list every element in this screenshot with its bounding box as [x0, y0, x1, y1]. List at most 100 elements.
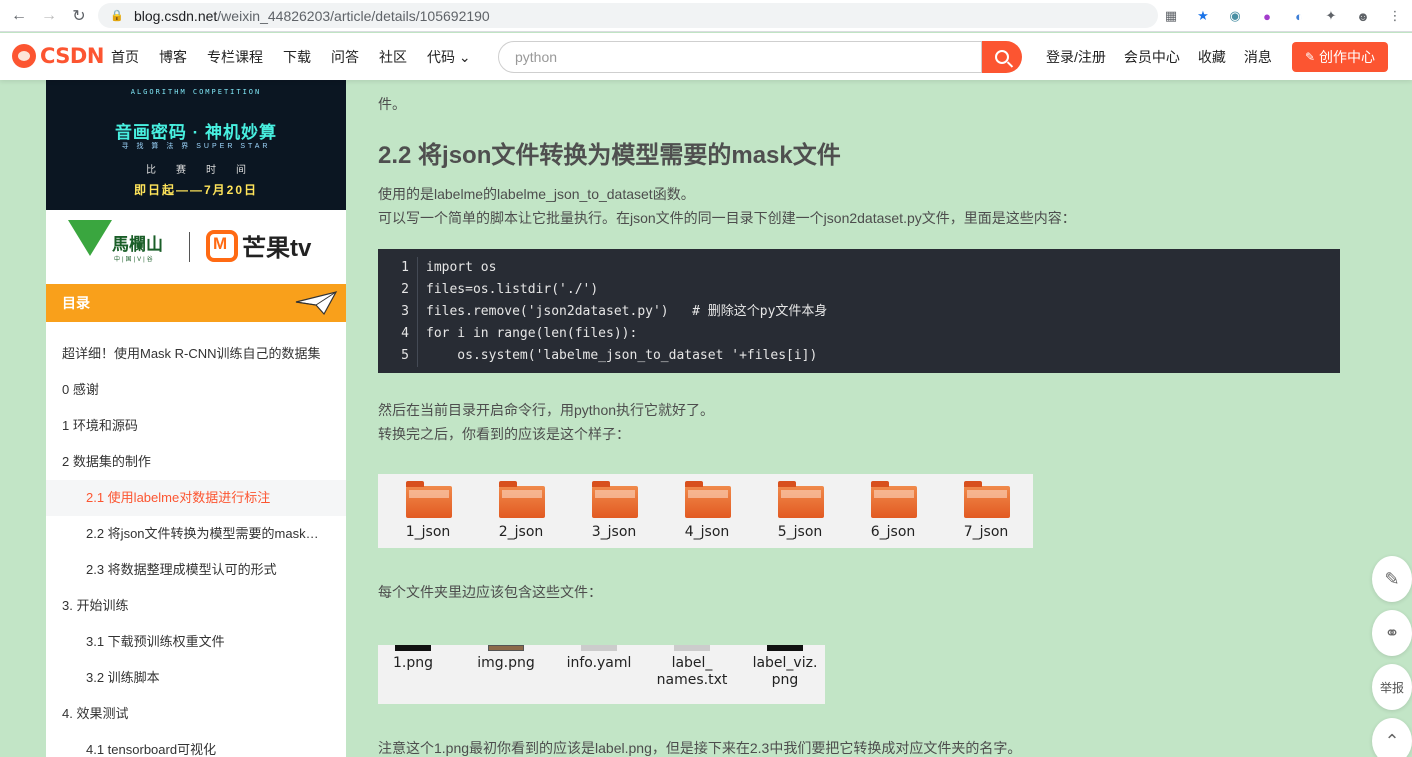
toc-item[interactable]: 4.1 tensorboard可视化 — [46, 732, 346, 757]
section-heading: 2.2 将json文件转换为模型需要的mask文件 — [378, 142, 841, 169]
code-text: os.system('labelme_json_to_dataset '+fil… — [426, 348, 818, 363]
nav-courses[interactable]: 专栏课程 — [207, 47, 263, 67]
puzzle-icon[interactable]: ✦ — [1320, 5, 1342, 27]
file-label: info.yaml — [566, 655, 632, 671]
toc-item[interactable]: 2.1 使用labelme对数据进行标注 — [46, 480, 346, 516]
folder-icon — [871, 481, 917, 518]
sponsor-b-name: 芒果tv — [242, 235, 312, 262]
reload-icon[interactable]: ↻ — [68, 5, 90, 27]
code-text: files=os.listdir('./') — [426, 282, 599, 297]
sponsor-a-sub: 中|国|V|谷 — [114, 257, 155, 263]
create-center-label: 创作中心 — [1319, 49, 1376, 65]
code-block[interactable]: 1 import os 2 files=os.listdir('./') 3 files.… — [378, 249, 1340, 373]
line-number: 3 — [378, 301, 418, 323]
folder-label: 7_json — [963, 524, 1009, 540]
sponsor-logos[interactable]: 馬欄山 中|国|V|谷 芒果tv — [46, 210, 346, 284]
nav-blog[interactable]: 博客 — [159, 47, 187, 67]
toc-item[interactable]: 3.1 下载预训练权重文件 — [46, 624, 346, 660]
login-link[interactable]: 登录/注册 — [1046, 47, 1106, 67]
edit-note-icon[interactable]: ✎ — [1372, 556, 1412, 602]
profile-avatar-icon[interactable]: ☻ — [1352, 5, 1374, 27]
folder-icon — [406, 481, 452, 518]
toc-item[interactable]: 超详细！使用Mask R-CNN训练自己的数据集 — [46, 336, 346, 372]
extension-shield-icon[interactable]: ◐ — [1288, 5, 1310, 27]
folder-label: 3_json — [591, 524, 637, 540]
line-number: 5 — [378, 345, 418, 367]
toc-item[interactable]: 2.3 将数据整理成模型认可的形式 — [46, 552, 346, 588]
ad-date: 即日起——7月20日 — [133, 183, 259, 197]
ad-banner[interactable]: ALGORITHM COMPETITION 音画密码 · 神机妙算 寻 找 算 … — [46, 80, 346, 210]
top-fragment: 件。 — [378, 96, 406, 112]
code-text: for i in range(len(files)): — [426, 326, 638, 341]
toc-header: 目录 — [46, 284, 346, 322]
report-button[interactable]: 举报 — [1372, 664, 1412, 710]
toc-item[interactable]: 0 感谢 — [46, 372, 346, 408]
nav-code-dropdown[interactable]: 代码 ⌄ — [427, 47, 471, 67]
bookmark-star-icon[interactable]: ★ — [1192, 5, 1214, 27]
browser-menu-icon[interactable]: ⋮ — [1384, 5, 1406, 27]
file-label: img.png — [477, 655, 535, 671]
back-icon[interactable]: ← — [8, 5, 30, 27]
file-thumbnail-icon — [767, 645, 803, 651]
file-label: label_ names.txt — [656, 655, 728, 688]
report-label: 举报 — [1379, 680, 1404, 695]
folder-item: 6_json — [863, 481, 923, 544]
files-screenshot: 1.png img.png info.yaml label_ names.txt lab… — [378, 645, 825, 704]
search-input[interactable]: python — [498, 41, 982, 73]
csdn-mascot-icon — [12, 44, 36, 68]
address-bar[interactable]: 🔒 blog.csdn.net/weixin_44826203/article/… — [98, 3, 1158, 28]
mango-tv-logo: 芒果tv — [206, 228, 311, 263]
forward-icon[interactable]: → — [38, 5, 60, 27]
extension-ca-icon[interactable]: ● — [1256, 5, 1278, 27]
folder-label: 4_json — [684, 524, 730, 540]
file-thumbnail-icon — [674, 645, 710, 651]
toc-item[interactable]: 4. 效果测试 — [46, 696, 346, 732]
code-line: 5 os.system('labelme_json_to_dataset '+f… — [378, 345, 1340, 367]
folder-icon — [499, 481, 545, 518]
extension-tray: ▦ ★ ◉ ● ◐ ✦ ☻ ⋮ — [1160, 5, 1406, 27]
vip-center-link[interactable]: 会员中心 — [1124, 47, 1180, 67]
folder-label: 6_json — [870, 524, 916, 540]
csdn-logo[interactable]: CSDN — [12, 43, 104, 69]
toc-item[interactable]: 2.2 将json文件转换为模型需要的mask文件 — [46, 516, 346, 552]
ad-period: 比赛时间 — [146, 165, 266, 176]
toc-item[interactable]: 2 数据集的制作 — [46, 444, 346, 480]
toc-item[interactable]: 3.2 训练脚本 — [46, 660, 346, 696]
article-body: 件。 2.2 将json文件转换为模型需要的mask文件 使用的是labelme… — [354, 80, 1364, 757]
toc-item[interactable]: 3. 开始训练 — [46, 588, 346, 624]
extension-circle-icon[interactable]: ◉ — [1224, 5, 1246, 27]
nav-download[interactable]: 下载 — [283, 47, 311, 67]
favorites-link[interactable]: 收藏 — [1198, 47, 1226, 67]
url-path: /weixin_44826203/article/details/1056921… — [217, 7, 490, 24]
qr-code-icon[interactable]: ▦ — [1160, 5, 1182, 27]
back-to-top-icon[interactable]: ⌃ — [1372, 718, 1412, 757]
create-center-button[interactable]: ✎ 创作中心 — [1292, 42, 1388, 72]
para2-line2: 转换完之后，你看到的应该是这个样子： — [378, 426, 630, 442]
toc-item[interactable]: 1 环境和源码 — [46, 408, 346, 444]
nav-community[interactable]: 社区 — [379, 47, 407, 67]
nav-qa[interactable]: 问答 — [331, 47, 359, 67]
headset-support-icon[interactable]: ⚭ — [1372, 610, 1412, 656]
ad-subtitle: ALGORITHM COMPETITION — [130, 88, 262, 96]
folder-label: 1_json — [405, 524, 451, 540]
line-number: 2 — [378, 279, 418, 301]
line-number: 4 — [378, 323, 418, 345]
messages-link[interactable]: 消息 — [1244, 47, 1272, 67]
browser-chrome: ← → ↻ 🔒 blog.csdn.net/weixin_44826203/ar… — [0, 0, 1412, 32]
folder-label: 5_json — [777, 524, 823, 540]
ad-headline: 音画密码 · 神机妙算 — [114, 123, 278, 142]
url-host: blog.csdn.net — [134, 7, 218, 24]
file-label: 1.png — [392, 655, 433, 671]
search-button[interactable] — [982, 41, 1022, 73]
code-line: 2 files=os.listdir('./') — [378, 279, 1340, 301]
main-nav: 首页 博客 专栏课程 下载 问答 社区 代码 ⌄ — [111, 33, 491, 80]
para1-line2: 可以写一个简单的脚本让它批量执行。在json文件的同一目录下创建一个json2d… — [378, 210, 1076, 226]
left-sidebar: ALGORITHM COMPETITION 音画密码 · 神机妙算 寻 找 算 … — [46, 80, 346, 757]
nav-home[interactable]: 首页 — [111, 47, 139, 67]
file-label: label_viz. png — [752, 655, 818, 688]
code-line: 1 import os — [378, 257, 1340, 279]
article-paragraph-3: 每个文件夹里边应该包含这些文件： — [378, 584, 602, 600]
article-paragraph-1: 使用的是labelme的labelme_json_to_dataset函数。 可… — [378, 182, 1076, 230]
article-paragraph-4: 注意这个1.png最初你看到的应该是label.png，但是接下来在2.3中我们… — [378, 740, 1022, 756]
file-thumbnail-icon — [488, 645, 524, 651]
